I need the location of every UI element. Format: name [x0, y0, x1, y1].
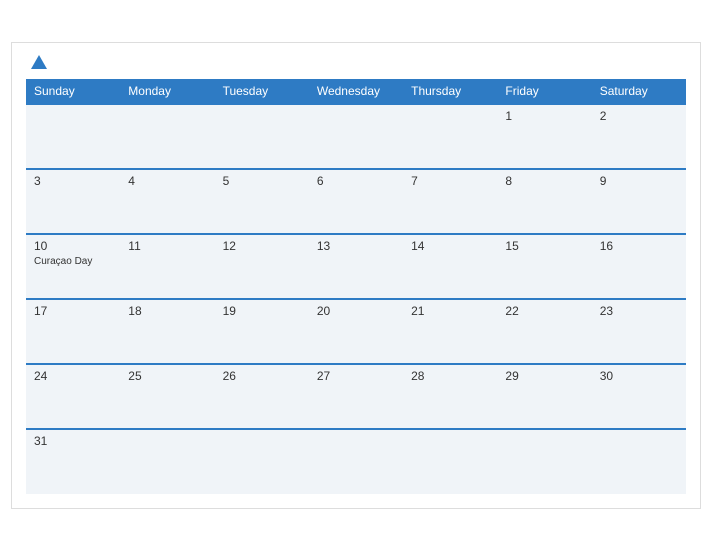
day-cell-27: 27 [309, 364, 403, 429]
day-cell-6: 6 [309, 169, 403, 234]
day-number: 23 [600, 304, 678, 318]
day-number: 16 [600, 239, 678, 253]
day-cell-empty [26, 104, 120, 169]
day-number: 27 [317, 369, 395, 383]
day-number: 7 [411, 174, 489, 188]
logo-icon [29, 53, 49, 73]
week-row-2: 10 Curaçao Day 11 12 13 14 15 16 [26, 234, 686, 299]
week-row-3: 17 18 19 20 21 22 23 [26, 299, 686, 364]
day-header-friday: Friday [497, 79, 591, 104]
day-cell-1: 1 [497, 104, 591, 169]
day-cell-empty [215, 429, 309, 494]
day-number: 28 [411, 369, 489, 383]
day-number: 11 [128, 239, 206, 253]
day-number: 24 [34, 369, 112, 383]
day-cell-22: 22 [497, 299, 591, 364]
calendar-grid: SundayMondayTuesdayWednesdayThursdayFrid… [26, 79, 686, 494]
week-row-0: 12 [26, 104, 686, 169]
day-number: 17 [34, 304, 112, 318]
day-cell-23: 23 [592, 299, 686, 364]
day-cell-empty [403, 104, 497, 169]
day-header-tuesday: Tuesday [215, 79, 309, 104]
day-header-thursday: Thursday [403, 79, 497, 104]
day-cell-7: 7 [403, 169, 497, 234]
day-number: 19 [223, 304, 301, 318]
day-cell-10: 10 Curaçao Day [26, 234, 120, 299]
day-cell-empty [403, 429, 497, 494]
day-cell-empty [120, 104, 214, 169]
day-cell-31: 31 [26, 429, 120, 494]
day-cell-16: 16 [592, 234, 686, 299]
day-cell-3: 3 [26, 169, 120, 234]
day-number: 2 [600, 109, 678, 123]
day-number: 25 [128, 369, 206, 383]
calendar-header [26, 53, 686, 73]
day-cell-29: 29 [497, 364, 591, 429]
day-header-monday: Monday [120, 79, 214, 104]
day-number: 4 [128, 174, 206, 188]
day-number: 22 [505, 304, 583, 318]
day-cell-empty [309, 429, 403, 494]
day-number: 26 [223, 369, 301, 383]
week-row-4: 24 25 26 27 28 29 30 [26, 364, 686, 429]
day-number: 1 [505, 109, 583, 123]
logo [26, 53, 49, 73]
week-row-5: 31 [26, 429, 686, 494]
day-header-sunday: Sunday [26, 79, 120, 104]
day-number: 13 [317, 239, 395, 253]
day-number: 30 [600, 369, 678, 383]
day-number: 10 [34, 239, 112, 253]
day-cell-5: 5 [215, 169, 309, 234]
day-cell-30: 30 [592, 364, 686, 429]
day-number: 29 [505, 369, 583, 383]
day-number: 12 [223, 239, 301, 253]
day-cell-empty [215, 104, 309, 169]
day-number: 8 [505, 174, 583, 188]
day-cell-24: 24 [26, 364, 120, 429]
day-cell-empty [120, 429, 214, 494]
day-cell-11: 11 [120, 234, 214, 299]
day-cell-empty [592, 429, 686, 494]
day-header-saturday: Saturday [592, 79, 686, 104]
day-number: 15 [505, 239, 583, 253]
day-number: 5 [223, 174, 301, 188]
day-cell-17: 17 [26, 299, 120, 364]
day-number: 6 [317, 174, 395, 188]
days-header-row: SundayMondayTuesdayWednesdayThursdayFrid… [26, 79, 686, 104]
day-cell-8: 8 [497, 169, 591, 234]
day-cell-20: 20 [309, 299, 403, 364]
day-cell-9: 9 [592, 169, 686, 234]
calendar-container: SundayMondayTuesdayWednesdayThursdayFrid… [11, 42, 701, 509]
day-header-wednesday: Wednesday [309, 79, 403, 104]
day-cell-15: 15 [497, 234, 591, 299]
day-number: 14 [411, 239, 489, 253]
day-number: 21 [411, 304, 489, 318]
day-number: 20 [317, 304, 395, 318]
day-cell-21: 21 [403, 299, 497, 364]
week-row-1: 3 4 5 6 7 8 9 [26, 169, 686, 234]
day-cell-18: 18 [120, 299, 214, 364]
day-cell-12: 12 [215, 234, 309, 299]
day-cell-26: 26 [215, 364, 309, 429]
day-cell-14: 14 [403, 234, 497, 299]
day-cell-25: 25 [120, 364, 214, 429]
day-number: 3 [34, 174, 112, 188]
day-cell-2: 2 [592, 104, 686, 169]
day-number: 31 [34, 434, 112, 448]
day-cell-4: 4 [120, 169, 214, 234]
day-cell-28: 28 [403, 364, 497, 429]
day-number: 18 [128, 304, 206, 318]
day-cell-empty [497, 429, 591, 494]
day-cell-13: 13 [309, 234, 403, 299]
day-cell-19: 19 [215, 299, 309, 364]
day-number: 9 [600, 174, 678, 188]
day-event: Curaçao Day [34, 256, 92, 267]
day-cell-empty [309, 104, 403, 169]
